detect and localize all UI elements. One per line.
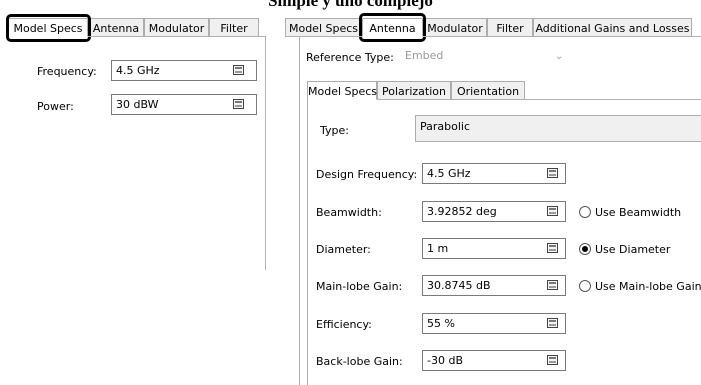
right-tab-modulator[interactable]: Modulator — [423, 18, 487, 37]
subtab-polarization[interactable]: Polarization — [377, 81, 451, 100]
efficiency-field[interactable]: 55 % — [422, 313, 566, 334]
backlobe-gain-field[interactable]: -30 dB — [422, 350, 566, 371]
calculator-icon[interactable] — [547, 355, 558, 365]
use-mainlobe-gain-radio[interactable] — [579, 280, 591, 292]
right-tab-model-specs[interactable]: Model Specs — [285, 18, 362, 37]
power-label: Power: — [37, 100, 74, 113]
type-field[interactable]: Parabolic — [415, 115, 701, 142]
use-beamwidth-radio[interactable] — [579, 206, 591, 218]
design-frequency-field[interactable]: 4.5 GHz — [422, 163, 566, 184]
diameter-field[interactable]: 1 m — [422, 238, 566, 259]
right-panel-border — [299, 36, 300, 385]
beamwidth-field[interactable]: 3.92852 deg — [422, 201, 566, 222]
right-tab-filter[interactable]: Filter — [487, 18, 533, 37]
backlobe-gain-label: Back-lobe Gain: — [316, 355, 403, 368]
right-tab-highlight — [359, 13, 426, 42]
beamwidth-label: Beamwidth: — [316, 206, 382, 219]
left-tab-filter[interactable]: Filter — [209, 18, 259, 37]
page-title: Simple y uno complejo — [268, 0, 433, 10]
subtab-model-specs[interactable]: Model Specs — [307, 81, 377, 100]
subtab-underline — [377, 99, 701, 100]
efficiency-label: Efficiency: — [316, 318, 372, 331]
frequency-label: Frequency: — [37, 65, 97, 78]
mainlobe-gain-label: Main-lobe Gain: — [316, 280, 403, 293]
right-tab-underline-right — [423, 36, 701, 37]
reference-type-select[interactable]: Embed — [401, 46, 570, 67]
right-tab-additional-gains[interactable]: Additional Gains and Losses — [533, 18, 692, 37]
calculator-icon[interactable] — [547, 168, 558, 178]
chevron-down-icon[interactable]: ⌄ — [555, 51, 563, 62]
calculator-icon[interactable] — [547, 280, 558, 290]
calculator-icon[interactable] — [233, 65, 244, 75]
subtab-orientation[interactable]: Orientation — [451, 81, 525, 100]
use-diameter-label[interactable]: Use Diameter — [595, 243, 670, 256]
use-beamwidth-label[interactable]: Use Beamwidth — [595, 206, 681, 219]
left-panel-border — [265, 36, 266, 270]
reference-type-label: Reference Type: — [306, 51, 394, 64]
mainlobe-gain-field[interactable]: 30.8745 dB — [422, 275, 566, 296]
calculator-icon[interactable] — [547, 318, 558, 328]
right-tab-underline-left — [285, 36, 362, 37]
calculator-icon[interactable] — [233, 99, 244, 109]
left-tab-underline — [88, 36, 266, 37]
use-mainlobe-gain-label[interactable]: Use Main-lobe Gain — [595, 280, 701, 293]
left-tab-highlight — [6, 14, 91, 42]
diameter-label: Diameter: — [316, 243, 371, 256]
subpanel-border — [307, 99, 308, 385]
design-frequency-label: Design Frequency: — [316, 168, 418, 181]
calculator-icon[interactable] — [547, 206, 558, 216]
calculator-icon[interactable] — [547, 243, 558, 253]
type-label: Type: — [320, 124, 349, 137]
use-diameter-radio[interactable] — [579, 243, 591, 255]
left-tab-modulator[interactable]: Modulator — [144, 18, 209, 37]
left-tab-antenna[interactable]: Antenna — [88, 18, 144, 37]
